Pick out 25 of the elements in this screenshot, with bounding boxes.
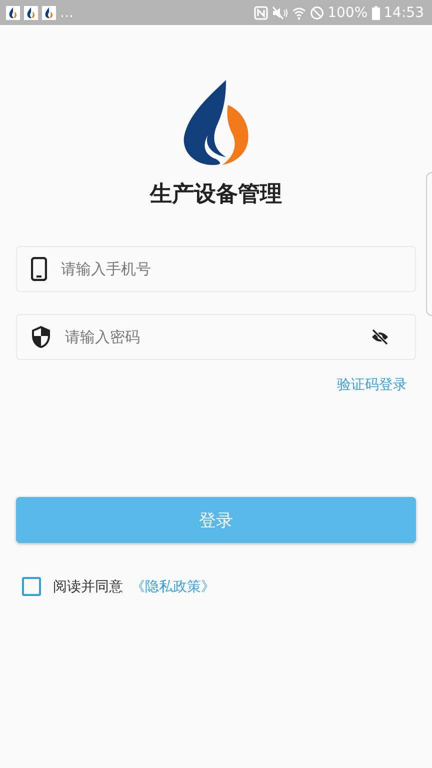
phone-field[interactable]: 请输入手机号: [16, 246, 416, 292]
login-button[interactable]: 登录: [16, 497, 416, 543]
notification-overflow: ...: [60, 4, 74, 20]
phone-icon: [31, 257, 47, 281]
nfc-icon: [254, 6, 268, 20]
app-icon: [6, 6, 20, 20]
battery-percent: 100%: [328, 4, 368, 20]
code-login-link[interactable]: 验证码登录: [337, 376, 407, 394]
password-field[interactable]: 请输入密码: [16, 314, 416, 360]
battery-icon: [372, 6, 380, 20]
clock-time: 14:53: [384, 4, 424, 20]
shield-icon: [31, 325, 51, 349]
blocked-icon: [310, 6, 324, 20]
mute-icon: [272, 6, 288, 20]
phone-input[interactable]: 请输入手机号: [61, 257, 401, 281]
app-icon: [42, 6, 56, 20]
privacy-policy-link[interactable]: 《隐私政策》: [131, 578, 215, 596]
hidden-eye-icon[interactable]: [371, 329, 389, 345]
edge-panel-handle[interactable]: [426, 172, 432, 316]
wifi-icon: [292, 6, 306, 20]
agreement-checkbox[interactable]: [22, 577, 41, 596]
app-icon: [24, 6, 38, 20]
agreement-text: 阅读并同意: [53, 578, 123, 596]
password-input[interactable]: 请输入密码: [65, 325, 357, 349]
app-title: 生产设备管理: [150, 181, 282, 209]
